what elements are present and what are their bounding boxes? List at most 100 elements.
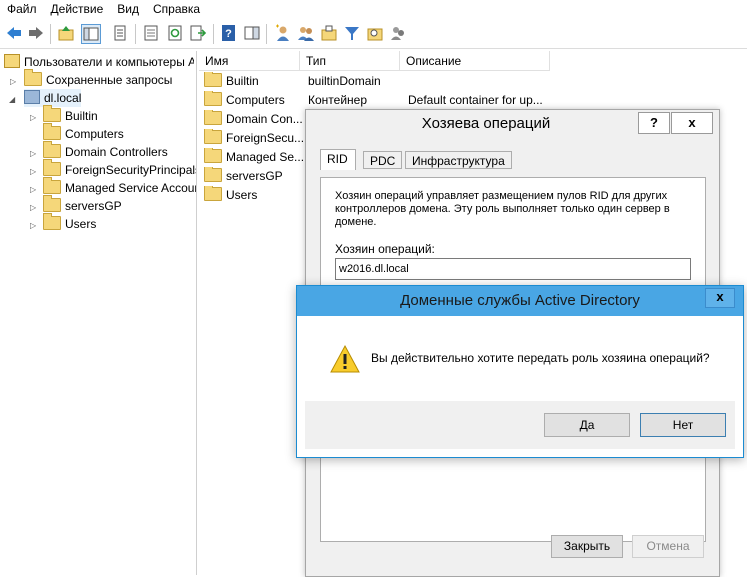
tree-item-foreign-security-principals[interactable]: ForeignSecurityPrincipals <box>43 159 197 179</box>
tree-item-label: Users <box>65 217 97 231</box>
new-ou-icon[interactable] <box>320 24 338 42</box>
tree-item-label: dl.local <box>44 91 82 105</box>
properties-icon[interactable] <box>111 24 129 42</box>
find-icon[interactable] <box>366 24 384 42</box>
list-item[interactable]: Domain Con... <box>204 110 304 129</box>
help-button[interactable]: ? <box>638 112 670 134</box>
owner-field[interactable]: w2016.dl.local <box>335 258 691 280</box>
list-item[interactable]: serversGP <box>204 167 304 186</box>
list-item-name: Users <box>226 188 258 202</box>
console-tree: Пользователи и компьютеры Active Directo… <box>0 51 197 575</box>
confirmation-dialog: Доменные службы Active Directory x Вы де… <box>296 285 744 458</box>
toolbar: ? <box>0 20 747 49</box>
tree-item-computers[interactable]: Computers <box>43 123 124 143</box>
tree-item-label: Managed Service Accounts <box>65 181 197 195</box>
cancel-button[interactable]: Отмена <box>632 535 704 558</box>
list-item-name: Builtin <box>226 74 259 88</box>
close-button[interactable]: x <box>705 288 735 308</box>
tree-item-saved-queries[interactable]: Сохраненные запросы <box>24 69 173 89</box>
help-icon[interactable]: ? <box>220 24 238 42</box>
export-list-icon[interactable] <box>142 24 160 42</box>
dialog-title: Доменные службы Active Directory <box>400 292 640 309</box>
tab-rid[interactable]: RID <box>320 149 356 170</box>
close-dialog-button[interactable]: Закрыть <box>551 535 623 558</box>
ou-folder-icon <box>204 167 222 182</box>
back-arrow-icon[interactable] <box>5 24 23 42</box>
folder-icon <box>43 177 61 194</box>
ou-folder-icon <box>43 195 61 212</box>
yes-button[interactable]: Да <box>544 413 630 437</box>
dialog-title-bar[interactable]: Доменные службы Active Directory x <box>297 286 743 316</box>
expand-arrow-icon[interactable]: ▷ <box>10 77 16 86</box>
tree-item-label: Сохраненные запросы <box>46 73 173 87</box>
collapse-arrow-icon[interactable]: ◢ <box>9 95 15 104</box>
filter-icon[interactable] <box>343 24 361 42</box>
role-description: Хозяин операций управляет размещением пу… <box>335 190 670 228</box>
add-to-group-icon[interactable] <box>389 24 407 42</box>
owner-label: Хозяин операций: <box>335 242 435 256</box>
list-item-type: builtinDomain <box>308 74 381 88</box>
list-item-name: Domain Con... <box>226 112 303 126</box>
show-console-tree-icon[interactable] <box>81 24 101 44</box>
no-button[interactable]: Нет <box>640 413 726 437</box>
tree-item-users[interactable]: Users <box>43 213 97 233</box>
list-item-name: ForeignSecu... <box>226 131 304 145</box>
folder-icon <box>204 186 222 201</box>
tab-infrastructure[interactable]: Инфраструктура <box>405 151 512 169</box>
tree-item-label: ForeignSecurityPrincipals <box>65 163 197 177</box>
svg-text:?: ? <box>225 28 232 40</box>
action-pane-icon[interactable] <box>243 24 261 42</box>
forward-arrow-icon[interactable] <box>27 24 45 42</box>
expand-arrow-icon[interactable]: ▷ <box>30 221 36 230</box>
list-item-desc: Default container for up... <box>408 93 543 107</box>
new-user-icon[interactable] <box>274 24 292 42</box>
expand-arrow-icon[interactable]: ▷ <box>30 203 36 212</box>
column-header-name[interactable]: Имя <box>199 51 300 71</box>
tab-pdc[interactable]: PDC <box>363 151 403 169</box>
folder-icon <box>43 105 61 122</box>
dialog-footer: Да Нет <box>305 401 735 449</box>
tree-item-label: Builtin <box>65 109 98 123</box>
expand-arrow-icon[interactable]: ▷ <box>30 167 36 176</box>
expand-arrow-icon[interactable]: ▷ <box>30 113 36 122</box>
menu-bar: Файл Действие Вид Справка <box>0 0 747 19</box>
export-icon[interactable] <box>189 24 207 42</box>
list-item-name: Computers <box>226 93 285 107</box>
tree-item-serversgp[interactable]: serversGP <box>43 195 122 215</box>
menu-help[interactable]: Справка <box>146 0 207 19</box>
tree-item-domain[interactable]: dl.local <box>24 89 82 107</box>
list-item[interactable]: Computers Контейнер Default container for … <box>204 91 744 110</box>
list-item[interactable]: Users <box>204 186 304 205</box>
column-header-description[interactable]: Описание <box>400 51 550 71</box>
folder-icon <box>204 148 222 163</box>
list-item[interactable]: ForeignSecu... <box>204 129 304 148</box>
menu-file[interactable]: Файл <box>0 0 44 19</box>
menu-view[interactable]: Вид <box>110 0 146 19</box>
column-header-type[interactable]: Тип <box>300 51 400 71</box>
list-item-name: Managed Se... <box>226 150 304 164</box>
dialog-title-bar[interactable]: Хозяева операций ? x <box>306 110 719 138</box>
new-group-icon[interactable] <box>297 24 315 42</box>
ad-users-computers-icon <box>4 54 20 68</box>
refresh-icon[interactable] <box>166 24 184 42</box>
domain-icon <box>24 90 40 104</box>
up-folder-icon[interactable] <box>57 24 75 42</box>
close-button[interactable]: x <box>671 112 713 134</box>
folder-icon <box>43 159 61 176</box>
expand-arrow-icon[interactable]: ▷ <box>30 185 36 194</box>
menu-action[interactable]: Действие <box>44 0 111 19</box>
confirm-message: Вы действительно хотите передать роль хо… <box>371 351 710 365</box>
list-item[interactable]: Managed Se... <box>204 148 304 167</box>
tree-root-label: Пользователи и компьютеры Active Directo… <box>24 55 194 69</box>
tree-item-label: serversGP <box>65 199 122 213</box>
folder-icon <box>204 129 222 144</box>
folder-icon <box>24 69 42 86</box>
tree-item-managed-service-accounts[interactable]: Managed Service Accounts <box>43 177 197 197</box>
tree-item-domain-controllers[interactable]: Domain Controllers <box>43 141 168 161</box>
list-item[interactable]: Builtin builtinDomain <box>204 72 744 91</box>
ou-folder-icon <box>43 141 61 158</box>
expand-arrow-icon[interactable]: ▷ <box>30 149 36 158</box>
tree-item-label: Computers <box>65 127 124 141</box>
list-item-type: Контейнер <box>308 93 368 107</box>
tree-item-label: Domain Controllers <box>65 145 168 159</box>
